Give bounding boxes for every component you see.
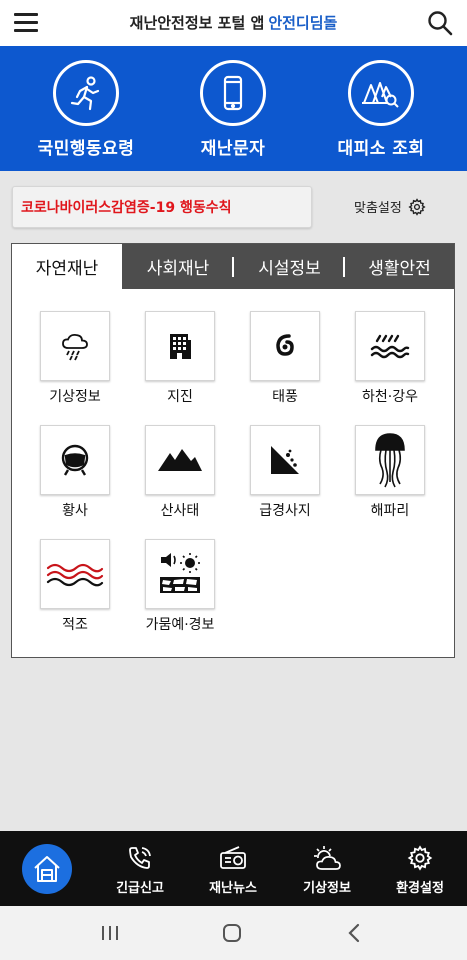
quick-action-behavior-guide[interactable]: 국민행동요령 — [16, 60, 156, 159]
nav-emergency-report[interactable]: 긴급신고 — [100, 845, 180, 896]
search-icon[interactable] — [427, 10, 453, 36]
smartphone-icon — [200, 60, 266, 126]
disaster-category-panel: 자연재난 사회재난 시설정보 생활안전 기상정보 지진 태풍 하천·강우 황사 … — [11, 243, 455, 658]
jellyfish-icon — [355, 425, 425, 495]
system-navigation-bar — [0, 906, 467, 960]
category-label: 산사태 — [160, 503, 200, 519]
tab-label: 사회재난 — [146, 259, 210, 279]
app-title: 재난안전정보 포털 앱 안전디딤돌 — [0, 12, 467, 33]
phone-call-icon — [129, 847, 151, 869]
mountain-icon — [145, 425, 215, 495]
category-label: 해파리 — [370, 503, 410, 519]
tab-social-disaster[interactable]: 사회재난 — [122, 244, 234, 289]
typhoon-icon — [250, 311, 320, 381]
nav-settings[interactable]: 환경설정 — [380, 845, 460, 896]
tab-label: 생활안전 — [368, 259, 431, 279]
category-label: 지진 — [167, 389, 193, 405]
quick-action-label: 국민행동요령 — [37, 139, 135, 159]
top-app-bar: 재난안전정보 포털 앱 안전디딤돌 — [0, 0, 467, 47]
category-label: 태풍 — [272, 389, 298, 405]
category-yellow-dust[interactable]: 황사 — [25, 425, 125, 520]
category-weather[interactable]: 기상정보 — [25, 311, 125, 406]
custom-settings-label: 맞춤설정 — [354, 201, 402, 216]
category-label: 적조 — [62, 617, 88, 633]
mask-icon — [40, 425, 110, 495]
category-earthquake[interactable]: 지진 — [130, 311, 230, 406]
category-river-rainfall[interactable]: 하천·강우 — [340, 311, 440, 406]
radio-icon — [220, 846, 246, 869]
quick-action-disaster-sms[interactable]: 재난문자 — [163, 60, 303, 159]
app-brand: 안전디딤돌 — [268, 14, 338, 32]
gear-icon — [407, 845, 433, 871]
slope-icon — [250, 425, 320, 495]
gear-icon — [408, 197, 426, 216]
home-system-icon[interactable] — [212, 920, 252, 946]
tab-label: 자연재난 — [35, 259, 99, 279]
category-label: 급경사지 — [259, 503, 311, 519]
category-label: 하천·강우 — [362, 389, 418, 405]
covid-notice-banner[interactable]: 코로나바이러스감염증-19 행동수칙 — [12, 186, 312, 228]
quick-action-label: 대피소 조회 — [337, 139, 425, 159]
app-title-text: 재난안전정보 포털 앱 — [129, 14, 265, 32]
tab-facility-info[interactable]: 시설정보 — [234, 244, 345, 289]
drought-icon — [145, 539, 215, 609]
category-steep-slope[interactable]: 급경사지 — [235, 425, 335, 520]
nav-disaster-news[interactable]: 재난뉴스 — [193, 845, 273, 896]
red-tide-icon — [40, 539, 110, 609]
notice-text: 코로나바이러스감염증-19 행동수칙 — [21, 200, 232, 216]
home-button[interactable] — [22, 844, 72, 894]
nav-label: 환경설정 — [396, 881, 444, 896]
sun-cloud-icon — [314, 846, 341, 870]
nav-weather-info[interactable]: 기상정보 — [287, 845, 367, 896]
nav-label: 재난뉴스 — [209, 881, 257, 896]
nav-label: 기상정보 — [303, 881, 351, 896]
bottom-navigation: 긴급신고 재난뉴스 기상정보 환경설정 — [0, 831, 467, 906]
river-icon — [355, 311, 425, 381]
back-icon[interactable] — [334, 920, 374, 946]
running-person-icon — [53, 60, 119, 126]
home-icon — [34, 856, 60, 882]
category-red-tide[interactable]: 적조 — [25, 539, 125, 634]
category-typhoon[interactable]: 태풍 — [235, 311, 335, 406]
category-tabs: 자연재난 사회재난 시설정보 생활안전 — [12, 244, 454, 289]
category-label: 기상정보 — [49, 389, 101, 405]
tab-natural-disaster[interactable]: 자연재난 — [12, 244, 122, 289]
category-label: 가뭄예·경보 — [145, 617, 215, 633]
tab-life-safety[interactable]: 생활안전 — [345, 244, 454, 289]
custom-settings-button[interactable]: 맞춤설정 — [354, 197, 426, 216]
category-label: 황사 — [62, 503, 88, 519]
category-landslide[interactable]: 산사태 — [130, 425, 230, 520]
nav-label: 긴급신고 — [116, 881, 164, 896]
shelter-search-icon — [348, 60, 414, 126]
rain-cloud-icon — [40, 311, 110, 381]
category-jellyfish[interactable]: 해파리 — [340, 425, 440, 520]
quick-action-shelter-search[interactable]: 대피소 조회 — [311, 60, 451, 159]
quick-action-label: 재난문자 — [200, 139, 266, 159]
recent-apps-icon[interactable] — [90, 920, 130, 946]
quick-menu: 국민행동요령 재난문자 대피소 조회 — [0, 46, 467, 171]
building-icon — [145, 311, 215, 381]
category-drought-warning[interactable]: 가뭄예·경보 — [130, 539, 230, 634]
tab-label: 시설정보 — [258, 259, 321, 279]
